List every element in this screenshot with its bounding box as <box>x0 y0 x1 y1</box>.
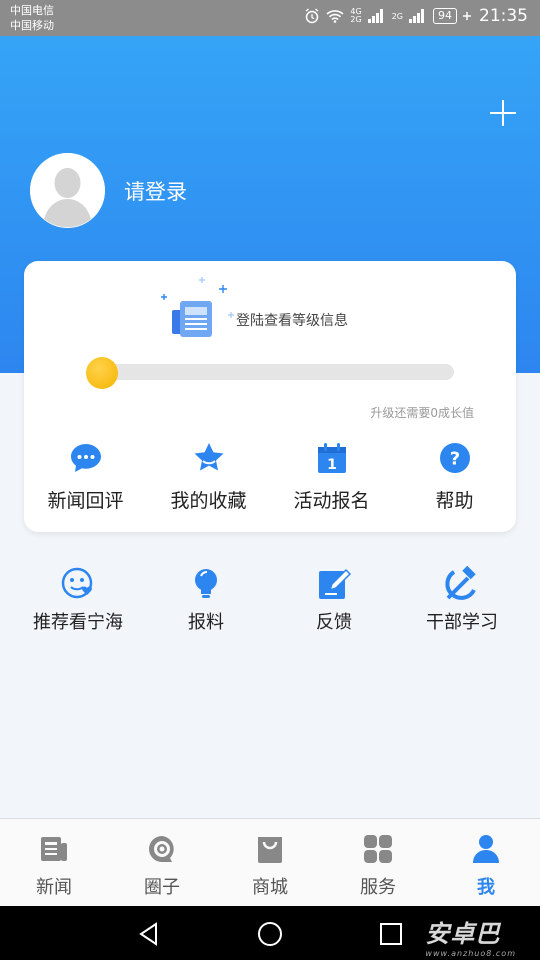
newspaper-icon <box>41 837 67 861</box>
recents-icon[interactable] <box>378 921 404 947</box>
action-label: 帮助 <box>435 490 474 512</box>
help-question-icon: ? <box>439 443 470 473</box>
service-cadre-study[interactable]: 干部学习 <box>398 566 526 634</box>
action-event-signup[interactable]: 1 活动报名 <box>270 441 393 513</box>
growth-progress-bar <box>90 364 454 380</box>
upgrade-requirement: 升级还需要0成长值 <box>370 406 474 420</box>
tab-me[interactable]: 我 <box>432 819 540 906</box>
level-info-text: 登陆查看等级信息 <box>236 313 348 329</box>
quick-actions: 新闻回评 我的收藏 1 活动报名 ? 帮助 <box>24 441 516 513</box>
svg-text:?: ? <box>449 449 459 470</box>
watermark-text: 安卓巴 <box>425 920 501 948</box>
tab-label: 服务 <box>360 877 396 898</box>
service-recommend-ninghai[interactable]: 推荐看宁海 <box>14 566 142 634</box>
tab-label: 我 <box>477 877 495 898</box>
action-label: 活动报名 <box>293 490 370 512</box>
watermark-subtext: www.anzhuo8.com <box>425 949 516 958</box>
charging-plus-icon <box>463 12 471 20</box>
home-icon[interactable] <box>257 921 283 947</box>
signal-2-icon <box>409 9 427 23</box>
default-avatar-icon <box>30 153 105 228</box>
service-label: 干部学习 <box>426 612 498 633</box>
action-my-favorites[interactable]: 我的收藏 <box>147 441 270 513</box>
service-label: 报料 <box>188 612 224 633</box>
network-type-label: 4G 2G <box>350 7 362 24</box>
level-card: 登陆查看等级信息 升级还需要0成长值 新闻回评 我的收藏 1 活动报名 ? 帮助 <box>24 261 516 532</box>
service-label: 推荐看宁海 <box>33 612 123 633</box>
level-info-icon <box>161 277 234 337</box>
comment-bubble-icon <box>70 444 101 472</box>
avatar[interactable] <box>30 153 105 228</box>
svg-text:1: 1 <box>327 457 337 473</box>
tab-services[interactable]: 服务 <box>324 819 432 906</box>
wifi-icon <box>326 10 344 23</box>
action-label: 我的收藏 <box>170 490 247 512</box>
tab-mall[interactable]: 商城 <box>216 819 324 906</box>
action-label: 新闻回评 <box>47 490 124 512</box>
action-news-comments[interactable]: 新闻回评 <box>24 441 147 513</box>
circle-chat-icon <box>149 836 174 862</box>
tab-circle[interactable]: 圈子 <box>108 819 216 906</box>
services-grid: 推荐看宁海 报料 反馈 干部学习 <box>14 566 526 634</box>
bottom-tab-bar: 新闻 圈子 商城 服务 我 <box>0 818 540 906</box>
back-icon[interactable] <box>136 921 162 947</box>
service-news-tip[interactable]: 报料 <box>142 566 270 634</box>
action-help[interactable]: ? 帮助 <box>393 441 516 513</box>
carrier-2: 中国移动 <box>10 19 54 32</box>
lightbulb-icon <box>195 569 217 598</box>
add-button[interactable] <box>488 98 518 128</box>
system-nav-bar: 安卓巴 www.anzhuo8.com <box>0 906 540 960</box>
calendar-icon: 1 <box>317 443 346 473</box>
login-prompt[interactable]: 请登录 <box>124 176 187 206</box>
service-label: 反馈 <box>316 612 352 633</box>
hammer-sickle-icon <box>445 566 476 600</box>
grid-services-icon <box>364 835 392 863</box>
tab-label: 商城 <box>252 877 288 898</box>
signal-1-icon <box>367 9 386 23</box>
status-icons: 4G 2G 2G 94 21:35 <box>304 6 528 26</box>
tab-label: 圈子 <box>144 877 180 898</box>
clock: 21:35 <box>479 6 528 26</box>
tab-label: 新闻 <box>36 877 72 898</box>
network-type-label-2: 2G <box>391 11 403 21</box>
watermark: 安卓巴 www.anzhuo8.com <box>425 914 516 958</box>
status-bar: 中国电信 中国移动 4G 2G 2G 94 21:35 <box>0 0 540 36</box>
smiley-heart-icon <box>61 567 93 599</box>
battery-level: 94 <box>433 8 457 24</box>
alarm-icon <box>305 8 319 24</box>
carrier-1: 中国电信 <box>10 4 54 17</box>
tab-news[interactable]: 新闻 <box>0 819 108 906</box>
person-icon <box>473 835 499 863</box>
star-favorites-icon <box>194 443 223 471</box>
service-feedback[interactable]: 反馈 <box>270 566 398 634</box>
edit-pen-icon <box>319 568 352 599</box>
carrier-info: 中国电信 中国移动 <box>10 3 54 33</box>
shopping-bag-icon <box>258 837 282 863</box>
growth-progress-knob <box>86 357 118 389</box>
